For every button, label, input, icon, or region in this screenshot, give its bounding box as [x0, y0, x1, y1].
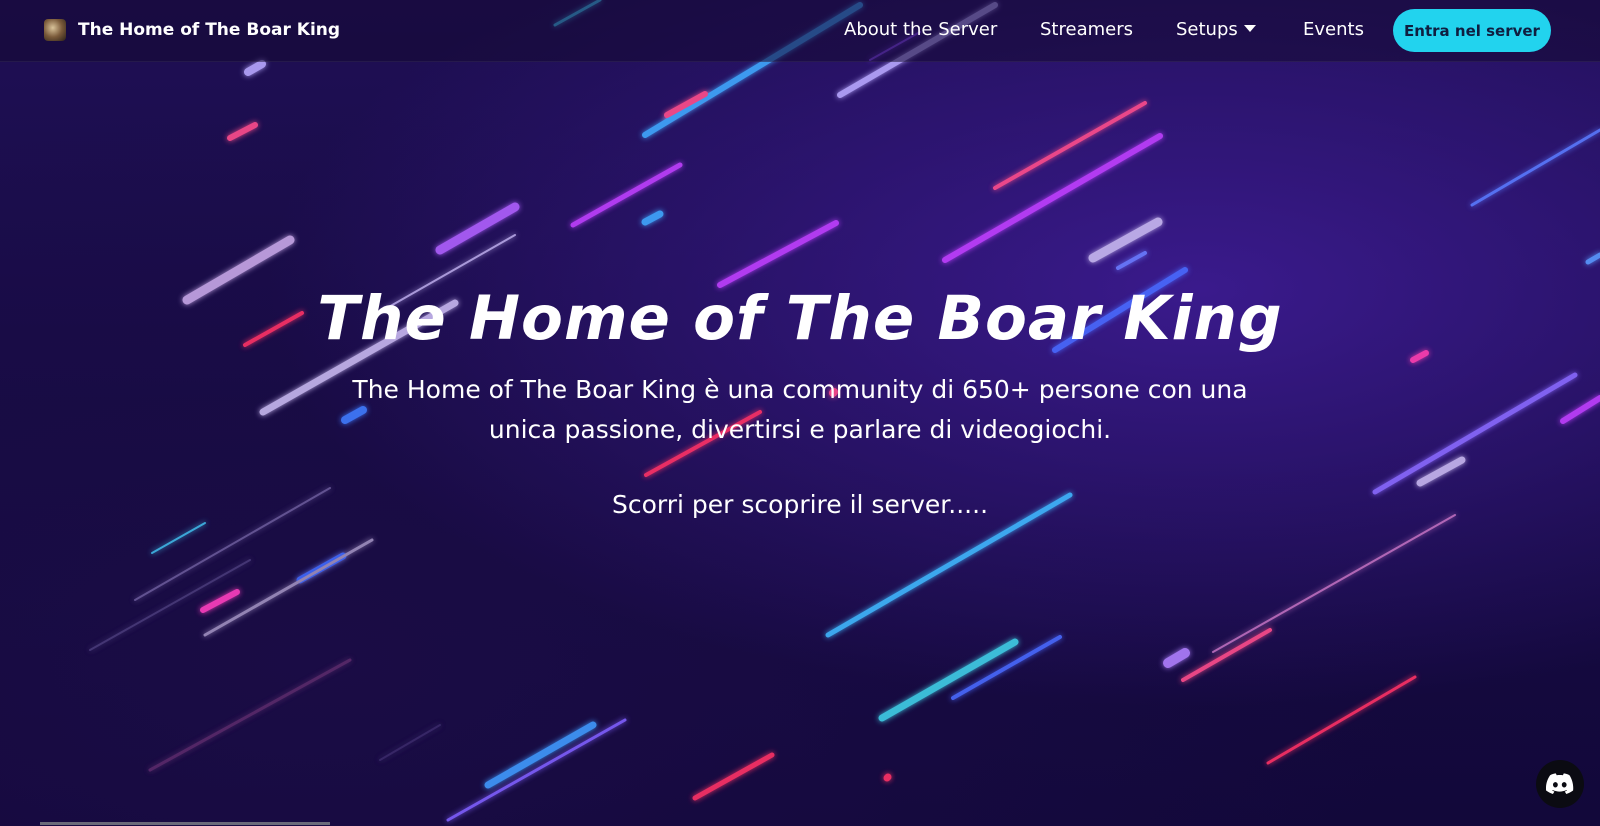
nav-link-setups-label: Setups	[1176, 19, 1238, 40]
nav-link-streamers[interactable]: Streamers	[1040, 19, 1133, 40]
hero-description: The Home of The Boar King è una communit…	[352, 375, 1248, 444]
discord-icon	[1546, 773, 1574, 794]
nav-links: About the Server Streamers Setups Events	[0, 0, 1600, 62]
scroll-progress-bar	[40, 822, 330, 825]
hero-title: The Home of The Boar King	[317, 283, 1283, 354]
nav-dropdown-setups[interactable]: Setups	[1176, 19, 1256, 40]
nav-link-about[interactable]: About the Server	[844, 19, 997, 40]
join-server-button[interactable]: Entra nel server	[1393, 9, 1551, 52]
top-navbar: The Home of The Boar King About the Serv…	[0, 0, 1600, 62]
discord-widget-button[interactable]	[1536, 760, 1584, 808]
scroll-hint: Scorri per scoprire il server.....	[611, 490, 989, 519]
chevron-down-icon	[1243, 24, 1256, 32]
nav-link-events[interactable]: Events	[1303, 19, 1364, 40]
